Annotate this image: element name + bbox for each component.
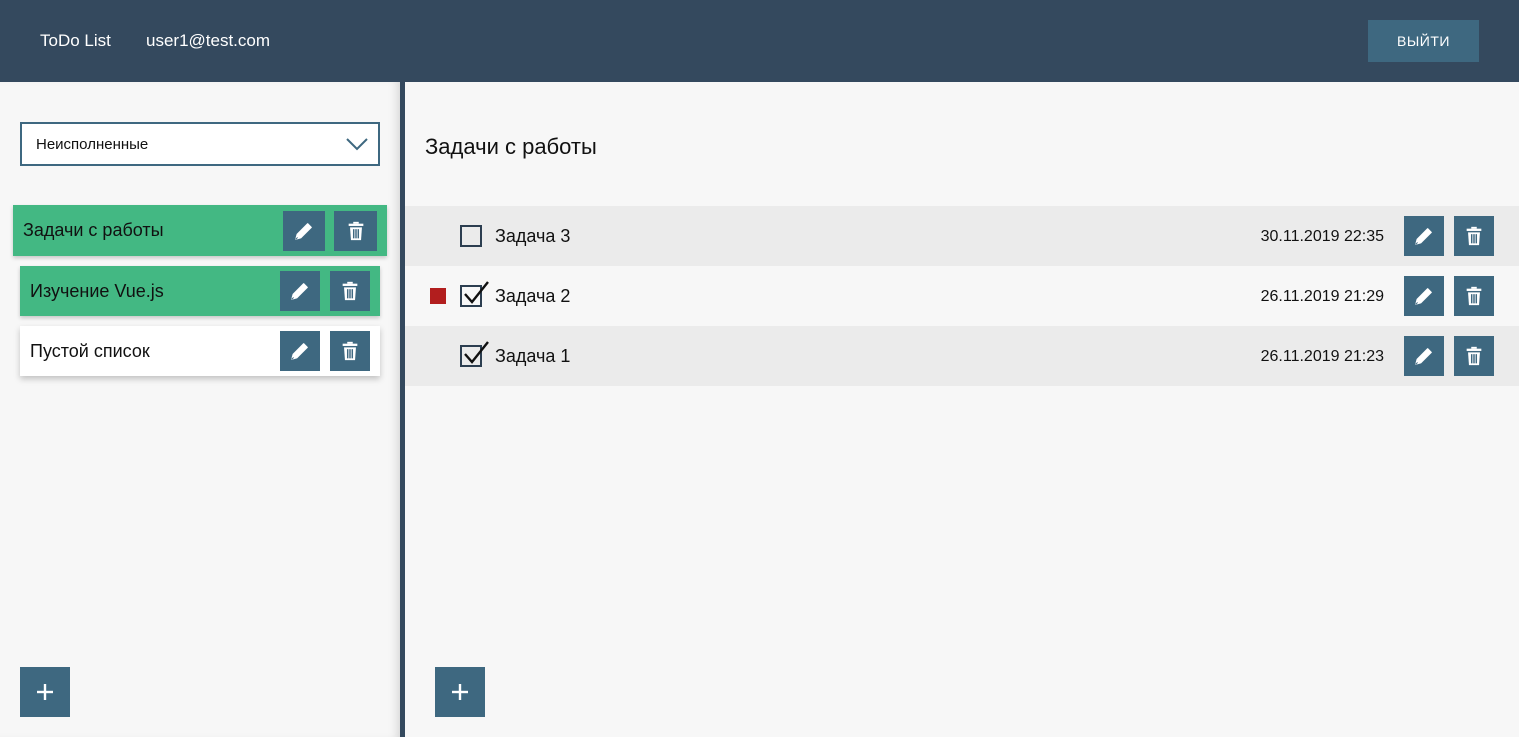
filter-selected-value: Неисполненные	[36, 136, 149, 153]
add-task-button[interactable]	[435, 667, 485, 717]
task-row: Задача 2 26.11.2019 21:29	[405, 266, 1519, 326]
delete-list-button[interactable]	[330, 331, 370, 371]
task-date: 26.11.2019 21:29	[1260, 288, 1384, 305]
task-row: Задача 3 30.11.2019 22:35	[405, 206, 1519, 266]
todo-list-name: Изучение Vue.js	[30, 281, 164, 301]
sidebar: Неисполненные Задачи с работы Изучение V…	[0, 82, 400, 737]
todo-list-item[interactable]: Пустой список	[20, 326, 380, 376]
plus-icon	[452, 684, 468, 700]
task-name: Задача 2	[495, 286, 571, 306]
priority-marker	[430, 288, 446, 304]
pencil-icon	[1415, 228, 1432, 245]
delete-list-button[interactable]	[330, 271, 370, 311]
trash-icon	[342, 341, 358, 361]
trash-icon	[342, 281, 358, 301]
task-name: Задача 1	[495, 346, 571, 366]
trash-icon	[1466, 226, 1482, 246]
todo-list-item[interactable]: Изучение Vue.js	[20, 266, 380, 316]
plus-icon	[37, 684, 53, 700]
top-bar: ToDo List user1@test.com ВЫЙТИ	[0, 0, 1519, 82]
task-checkbox[interactable]	[460, 281, 489, 307]
task-row: Задача 1 26.11.2019 21:23	[405, 326, 1519, 386]
trash-icon	[1466, 346, 1482, 366]
delete-task-button[interactable]	[1454, 216, 1494, 256]
task-name: Задача 3	[495, 226, 571, 246]
edit-task-button[interactable]	[1404, 336, 1444, 376]
pencil-icon	[291, 283, 308, 300]
logout-button[interactable]: ВЫЙТИ	[1368, 20, 1479, 62]
edit-task-button[interactable]	[1404, 276, 1444, 316]
delete-task-button[interactable]	[1454, 336, 1494, 376]
trash-icon	[1466, 286, 1482, 306]
edit-list-button[interactable]	[280, 331, 320, 371]
task-checkbox[interactable]	[460, 341, 489, 367]
checkmark-icon	[464, 341, 489, 364]
todo-list-name: Пустой список	[30, 341, 150, 361]
trash-icon	[348, 221, 363, 241]
app-title[interactable]: ToDo List	[40, 31, 111, 51]
edit-list-button[interactable]	[283, 211, 325, 251]
delete-list-button[interactable]	[334, 211, 377, 251]
pencil-icon	[295, 223, 312, 240]
edit-task-button[interactable]	[1404, 216, 1444, 256]
add-list-button[interactable]	[20, 667, 70, 717]
checkmark-icon	[464, 281, 489, 304]
chevron-down-icon	[346, 138, 368, 151]
pane-divider[interactable]	[400, 82, 405, 737]
delete-task-button[interactable]	[1454, 276, 1494, 316]
pencil-icon	[291, 343, 308, 360]
edit-list-button[interactable]	[280, 271, 320, 311]
pencil-icon	[1415, 288, 1432, 305]
task-date: 30.11.2019 22:35	[1260, 228, 1384, 245]
todo-list-item-active[interactable]: Задачи с работы	[13, 205, 387, 256]
filter-select[interactable]: Неисполненные	[20, 122, 380, 166]
task-checkbox[interactable]	[460, 225, 482, 247]
list-title: Задачи с работы	[425, 134, 597, 159]
pencil-icon	[1415, 348, 1432, 365]
user-email: user1@test.com	[146, 31, 271, 50]
task-date: 26.11.2019 21:23	[1260, 348, 1384, 365]
todo-list-name: Задачи с работы	[23, 220, 164, 240]
